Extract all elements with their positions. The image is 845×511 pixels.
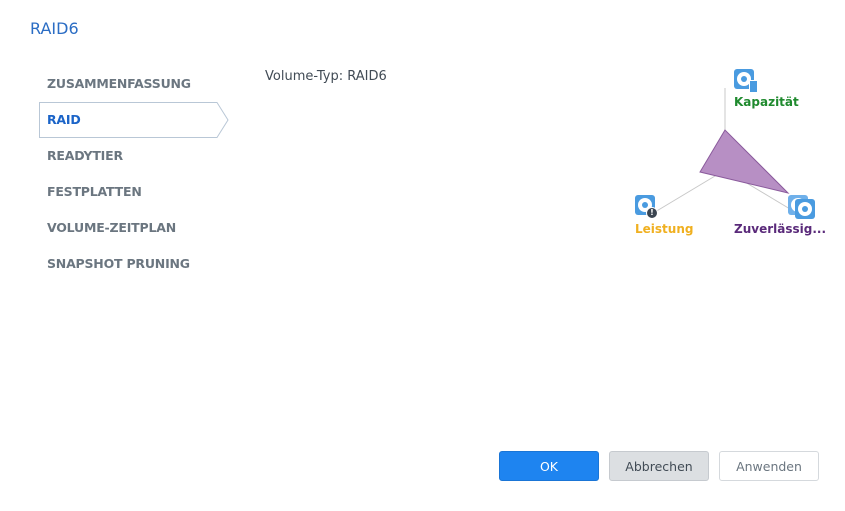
radar-axis-leistung — [649, 169, 726, 216]
sidebar-nav: ZUSAMMENFASSUNG RAID READYTIER FESTPLATT… — [39, 66, 239, 282]
dialog-title: RAID6 — [30, 19, 79, 38]
nav-item-zusammenfassung[interactable]: ZUSAMMENFASSUNG — [39, 66, 239, 102]
radar-label-zuverlaessigkeit: Zuverlässig... — [734, 222, 826, 236]
nav-item-readytier[interactable]: READYTIER — [39, 138, 239, 174]
nav-item-label: SNAPSHOT PRUNING — [47, 256, 190, 271]
disk-reliability-icon — [795, 199, 815, 219]
radar-label-kapazitaet: Kapazität — [734, 95, 799, 109]
raid-radar-chart: Kapazität ! Leistung Zuverlässig... — [620, 60, 840, 250]
disk-capacity-icon — [734, 69, 758, 93]
nav-item-label: FESTPLATTEN — [47, 184, 142, 199]
volume-type-text: Volume-Typ: RAID6 — [265, 69, 387, 84]
ok-button[interactable]: OK — [499, 451, 599, 481]
nav-item-snapshot-pruning[interactable]: SNAPSHOT PRUNING — [39, 246, 239, 282]
radar-area — [699, 129, 790, 194]
nav-item-volume-zeitplan[interactable]: VOLUME-ZEITPLAN — [39, 210, 239, 246]
nav-item-label: ZUSAMMENFASSUNG — [47, 76, 191, 91]
nav-item-label: RAID — [47, 112, 81, 127]
disk-performance-icon: ! — [635, 195, 658, 219]
nav-item-label: VOLUME-ZEITPLAN — [47, 220, 176, 235]
nav-item-festplatten[interactable]: FESTPLATTEN — [39, 174, 239, 210]
radar-label-leistung: Leistung — [635, 222, 694, 236]
cancel-button[interactable]: Abbrechen — [609, 451, 709, 481]
nav-item-label: READYTIER — [47, 148, 123, 163]
nav-item-raid[interactable]: RAID — [39, 102, 239, 138]
apply-button[interactable]: Anwenden — [719, 451, 819, 481]
